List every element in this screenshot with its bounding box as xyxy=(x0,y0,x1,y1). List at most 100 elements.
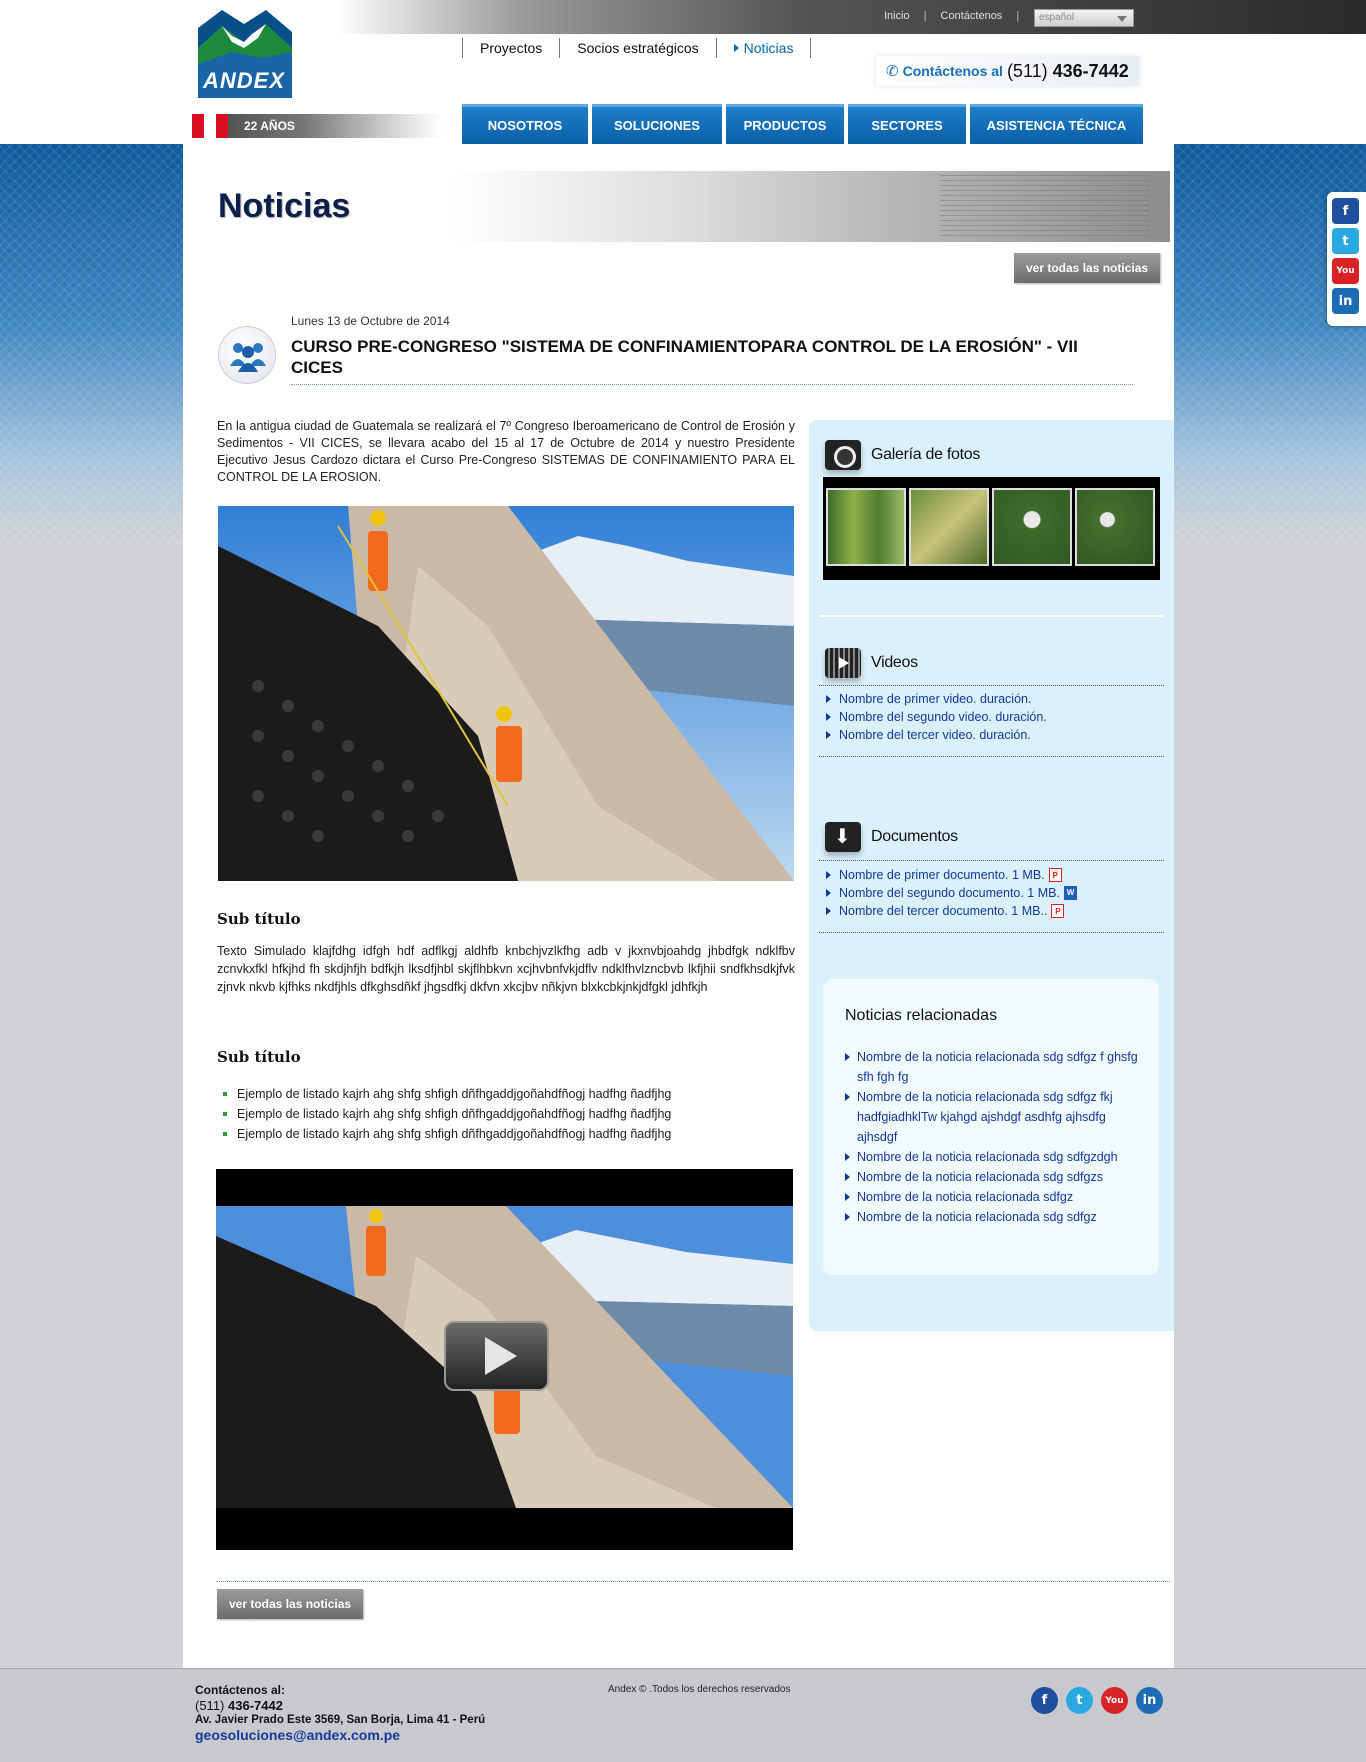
divider xyxy=(291,384,1133,385)
secondary-nav: Proyectos Socios estratégicos Noticias xyxy=(462,38,812,58)
twitter-icon[interactable]: t xyxy=(1332,228,1359,254)
sub-title-2: Sub título xyxy=(217,1048,301,1066)
list-item: Ejemplo de listado kajrh ahg shfg shfigh… xyxy=(221,1124,801,1144)
download-icon xyxy=(825,822,861,852)
newspaper-glasses-image xyxy=(940,175,1150,239)
news-photo[interactable] xyxy=(218,506,794,881)
divider xyxy=(819,860,1164,861)
document-link[interactable]: Nombre del segundo documento. 1 MB. W xyxy=(825,884,1077,902)
twitter-icon[interactable]: t xyxy=(1066,1687,1093,1714)
page-title: Noticias xyxy=(218,187,351,225)
gallery-header: Galería de fotos xyxy=(825,440,980,470)
site-footer: Contáctenos al: (511) 436-7442 Av. Javie… xyxy=(0,1668,1366,1762)
phone-icon: ✆ xyxy=(886,63,899,80)
social-floating-bar: f t You in xyxy=(1327,192,1366,326)
divider xyxy=(819,756,1164,757)
footer-social: f t You in xyxy=(1031,1687,1163,1714)
related-news-link[interactable]: Nombre de la noticia relacionada sdfgz xyxy=(845,1187,1145,1207)
chevron-down-icon xyxy=(1117,16,1127,22)
subnav-item-socios[interactable]: Socios estratégicos xyxy=(559,38,715,58)
document-link[interactable]: Nombre del tercer documento. 1 MB.. P xyxy=(825,902,1077,920)
footer-contact: Contáctenos al: (511) 436-7442 Av. Javie… xyxy=(195,1683,485,1743)
list-item: Ejemplo de listado kajrh ahg shfg shfigh… xyxy=(221,1104,801,1124)
nav-productos[interactable]: PRODUCTOS xyxy=(726,104,844,144)
content-panel: Noticias ver todas las noticias Lunes 13… xyxy=(183,144,1174,1668)
nav-soluciones[interactable]: SOLUCIONES xyxy=(592,104,722,144)
page-banner: Noticias xyxy=(213,171,1170,242)
videos-list: Nombre de primer video. duración. Nombre… xyxy=(825,690,1047,744)
related-news-link[interactable]: Nombre de la noticia relacionada sdg sdf… xyxy=(845,1047,1145,1087)
main-nav: NOSOTROS SOLUCIONES PRODUCTOS SECTORES A… xyxy=(462,104,1143,144)
news-lead-text: En la antigua ciudad de Guatemala se rea… xyxy=(217,419,795,484)
subnav-item-noticias[interactable]: Noticias xyxy=(715,38,812,58)
language-select[interactable]: español xyxy=(1034,9,1134,27)
video-player[interactable] xyxy=(216,1169,793,1550)
separator: | xyxy=(923,10,927,22)
documents-header: Documentos xyxy=(825,822,958,852)
divider xyxy=(819,932,1164,933)
related-news-link[interactable]: Nombre de la noticia relacionada sdg sdf… xyxy=(845,1087,1145,1147)
camera-icon xyxy=(825,440,861,470)
gallery-thumb[interactable] xyxy=(826,488,906,566)
footer-address: Av. Javier Prado Este 3569, San Borja, L… xyxy=(195,1714,486,1726)
subnav-item-proyectos[interactable]: Proyectos xyxy=(462,38,559,58)
contactenos-link[interactable]: Contáctenos xyxy=(941,10,1003,22)
gallery-thumb[interactable] xyxy=(909,488,989,566)
video-link[interactable]: Nombre de primer video. duración. xyxy=(825,690,1047,708)
facebook-icon[interactable]: f xyxy=(1332,198,1359,224)
video-link[interactable]: Nombre del segundo video. duración. xyxy=(825,708,1047,726)
divider xyxy=(819,615,1164,617)
related-news-link[interactable]: Nombre de la noticia relacionada sdg sdf… xyxy=(845,1147,1145,1167)
pdf-icon: P xyxy=(1051,904,1065,918)
videos-title: Videos xyxy=(871,654,918,671)
gallery-thumb[interactable] xyxy=(992,488,1072,566)
gallery-title: Galería de fotos xyxy=(871,446,981,463)
gallery-thumb[interactable] xyxy=(1075,488,1155,566)
andex-logo[interactable]: ANDEX xyxy=(192,8,296,108)
related-news-link[interactable]: Nombre de la noticia relacionada sdg sdf… xyxy=(845,1207,1145,1227)
logo-text: ANDEX xyxy=(202,68,285,93)
related-news-list: Nombre de la noticia relacionada sdg sdf… xyxy=(845,1047,1145,1227)
video-link[interactable]: Nombre del tercer video. duración. xyxy=(825,726,1047,744)
related-news-link[interactable]: Nombre de la noticia relacionada sdg sdf… xyxy=(845,1167,1145,1187)
news-date: Lunes 13 de Octubre de 2014 xyxy=(291,314,450,328)
anniversary-bar: 22 AÑOS xyxy=(192,114,442,138)
linkedin-icon[interactable]: in xyxy=(1332,288,1359,314)
youtube-icon[interactable]: You xyxy=(1332,258,1359,284)
separator: | xyxy=(1016,10,1020,22)
documents-list: Nombre de primer documento. 1 MB. P Nombr… xyxy=(825,866,1077,920)
word-icon: W xyxy=(1063,886,1077,900)
years-label: 22 AÑOS xyxy=(244,119,295,133)
film-icon xyxy=(825,648,861,678)
list-item: Ejemplo de listado kajrh ahg shfg shfigh… xyxy=(221,1084,801,1104)
photo-gallery xyxy=(823,477,1160,580)
phone-label: Contáctenos al xyxy=(902,63,1003,79)
ver-todas-button-bottom[interactable]: ver todas las noticias xyxy=(217,1589,364,1619)
sub-title-1: Sub título xyxy=(217,910,301,928)
nav-nosotros[interactable]: NOSOTROS xyxy=(462,104,588,144)
play-icon[interactable] xyxy=(444,1321,549,1391)
document-link[interactable]: Nombre de primer documento. 1 MB. P xyxy=(825,866,1077,884)
facebook-icon[interactable]: f xyxy=(1031,1687,1058,1714)
inicio-link[interactable]: Inicio xyxy=(884,10,910,22)
body-text: Texto Simulado klajfdhg idfgh hdf adflkg… xyxy=(217,944,795,994)
nav-asistencia-tecnica[interactable]: ASISTENCIA TÉCNICA xyxy=(970,104,1143,144)
linkedin-icon[interactable]: in xyxy=(1136,1687,1163,1714)
footer-phone: (511) 436-7442 xyxy=(195,1698,283,1713)
ver-todas-button-top[interactable]: ver todas las noticias xyxy=(1014,253,1161,283)
videos-header: Videos xyxy=(825,648,918,678)
documents-title: Documentos xyxy=(871,828,958,845)
utility-links: Inicio | Contáctenos | xyxy=(884,10,1019,22)
pdf-icon: P xyxy=(1048,868,1062,882)
sidebar: Galería de fotos Videos Nombre de primer… xyxy=(809,420,1174,1331)
phone-contact: ✆ Contáctenos al (511) 436-7442 xyxy=(876,56,1139,86)
related-news-title: Noticias relacionadas xyxy=(845,1007,998,1024)
related-news-box: Noticias relacionadas Nombre de la notic… xyxy=(823,979,1159,1275)
divider xyxy=(819,685,1164,686)
bullet-list: Ejemplo de listado kajrh ahg shfg shfigh… xyxy=(221,1084,801,1144)
language-value: español xyxy=(1039,12,1075,23)
nav-sectores[interactable]: SECTORES xyxy=(848,104,966,144)
youtube-icon[interactable]: You xyxy=(1101,1687,1128,1714)
footer-email[interactable]: geosoluciones@andex.com.pe xyxy=(195,1728,485,1743)
site-header: Inicio | Contáctenos | español ANDEX 22 … xyxy=(0,0,1366,144)
